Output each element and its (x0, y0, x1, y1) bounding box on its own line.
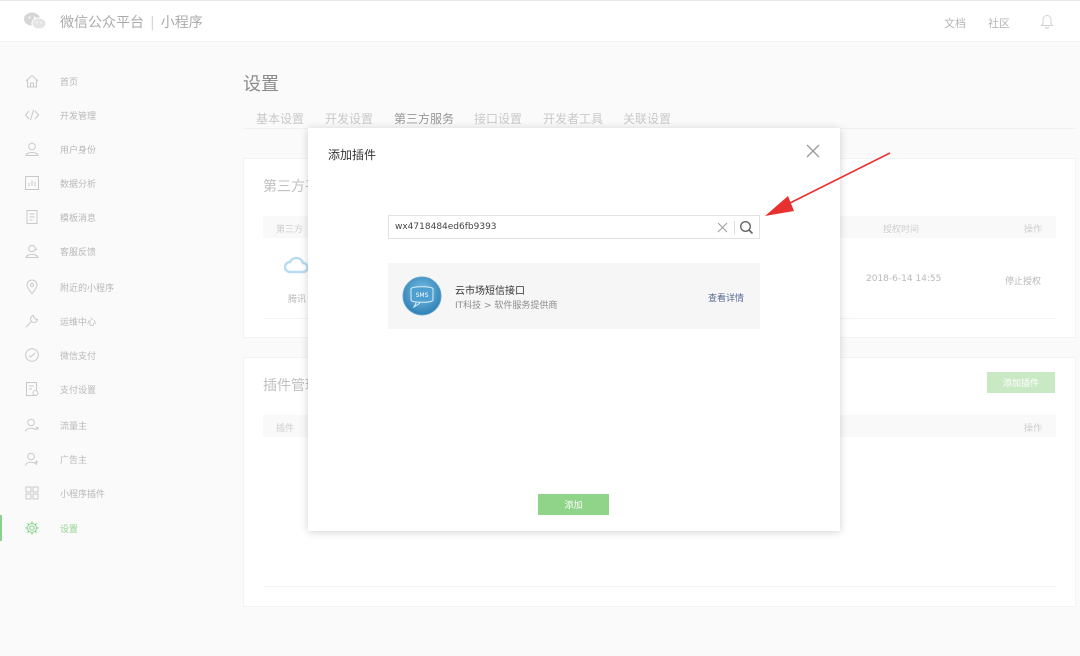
sms-plugin-logo-icon: SMS (402, 276, 442, 316)
search-separator (734, 221, 735, 234)
plugin-name: 云市场短信接口 (455, 286, 525, 297)
plugin-category: IT科技 > 软件服务提供商 (455, 301, 558, 311)
search-input[interactable] (395, 219, 705, 235)
annotation-arrow-icon (765, 152, 891, 216)
view-details-link[interactable]: 查看详情 (708, 291, 744, 304)
add-button[interactable]: 添加 (538, 494, 609, 515)
sms-logo-text: SMS (416, 292, 429, 299)
clear-icon[interactable] (717, 222, 728, 233)
search-icon[interactable] (739, 220, 754, 235)
plugin-result-item[interactable]: SMS 云市场短信接口 IT科技 > 软件服务提供商 查看详情 (388, 263, 760, 329)
dialog-title: 添加插件 (328, 148, 377, 162)
search-box (388, 215, 760, 239)
